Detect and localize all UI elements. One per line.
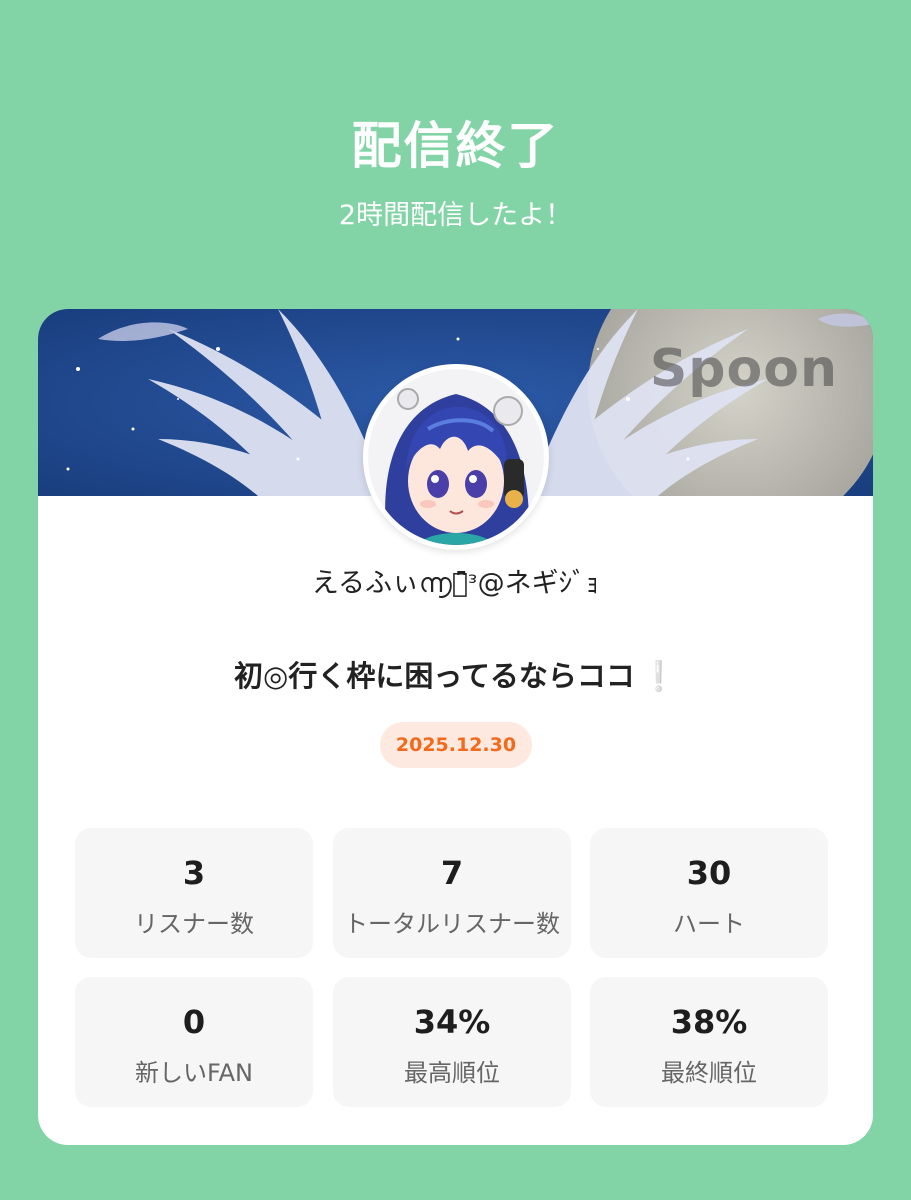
date-badge: 2025.12.30 bbox=[380, 722, 532, 768]
stat-listeners: 3 リスナー数 bbox=[75, 828, 313, 958]
stat-label: トータルリスナー数 bbox=[344, 910, 560, 938]
broadcast-title-text: 初◎行く枠に困ってるならココ bbox=[234, 659, 635, 693]
stat-value: 38% bbox=[670, 1003, 748, 1041]
page-title: 配信終了 bbox=[351, 117, 560, 175]
stat-label: ハート bbox=[673, 910, 745, 938]
spoon-logo: Spoon bbox=[649, 339, 838, 399]
stat-value: 30 bbox=[686, 854, 732, 892]
stat-final-rank: 38% 最終順位 bbox=[590, 977, 828, 1107]
stat-value: 0 bbox=[182, 1003, 206, 1041]
stat-value: 34% bbox=[413, 1003, 491, 1041]
page-subtitle: 2時間配信したよ！ bbox=[338, 200, 573, 231]
broadcast-summary-card: Spoon えるふぃ൬ꀀ͆ᵌ@ネギｼﾞｮ 初◎行く枠に困ってるならココ ❕ 20… bbox=[38, 309, 873, 1145]
user-name: えるふぃ൬ꀀ͆ᵌ@ネギｼﾞｮ bbox=[311, 568, 600, 599]
stat-hearts: 30 ハート bbox=[590, 828, 828, 958]
avatar[interactable] bbox=[363, 364, 549, 550]
stat-total-listeners: 7 トータルリスナー数 bbox=[333, 828, 571, 958]
stat-label: 最高順位 bbox=[404, 1059, 500, 1087]
broadcast-title: 初◎行く枠に困ってるならココ ❕ bbox=[38, 653, 873, 695]
stat-new-fans: 0 新しいFAN bbox=[75, 977, 313, 1107]
stat-label: リスナー数 bbox=[134, 910, 254, 938]
stat-label: 新しいFAN bbox=[135, 1059, 253, 1087]
stat-highest-rank: 34% 最高順位 bbox=[333, 977, 571, 1107]
exclamation-icon: ❕ bbox=[640, 659, 677, 693]
stat-value: 3 bbox=[182, 854, 206, 892]
stat-label: 最終順位 bbox=[661, 1059, 757, 1087]
stat-value: 7 bbox=[440, 854, 464, 892]
